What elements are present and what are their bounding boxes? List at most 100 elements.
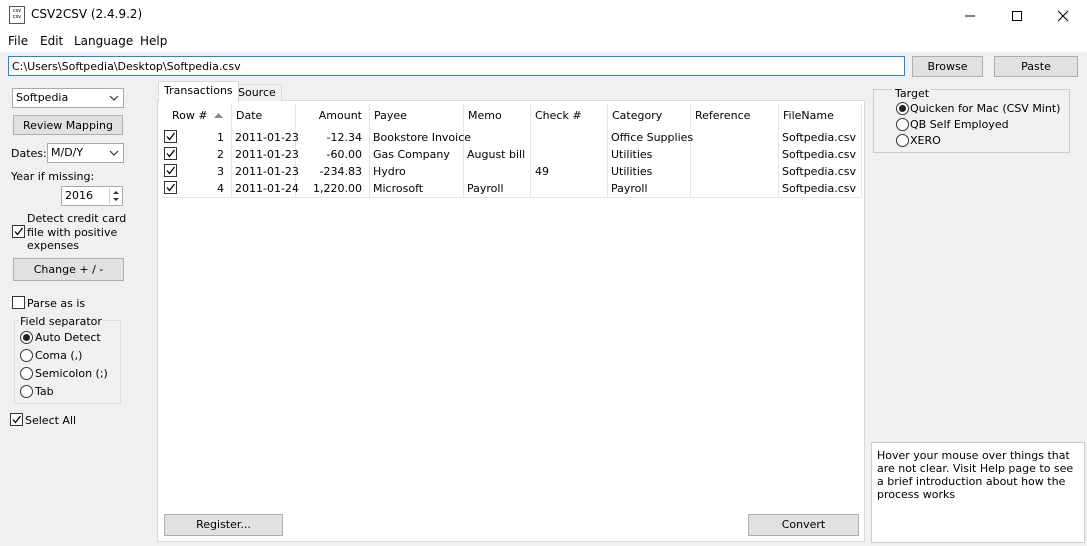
- profile-select[interactable]: Softpedia: [12, 88, 124, 108]
- qb-self-employed-label: QB Self Employed: [910, 118, 1009, 131]
- sort-asc-icon: [214, 113, 224, 118]
- parse-as-is-checkbox[interactable]: [12, 296, 25, 309]
- row-checkbox[interactable]: [164, 181, 177, 194]
- radio-xero[interactable]: [896, 134, 909, 147]
- tab-transactions[interactable]: Transactions: [158, 81, 239, 102]
- table-bottom-divider: [162, 197, 862, 198]
- review-mapping-button[interactable]: Review Mapping: [13, 115, 123, 135]
- auto-detect-label: Auto Detect: [35, 331, 101, 344]
- col-header-category[interactable]: Category: [608, 104, 691, 128]
- col-header-row[interactable]: Row #: [162, 104, 232, 128]
- checkmark-icon: [166, 183, 176, 192]
- cell-amount: -60.00: [326, 148, 362, 161]
- cell-category: Utilities: [611, 148, 653, 161]
- cell-date: 2011-01-24: [235, 182, 299, 195]
- browse-button[interactable]: Browse: [912, 56, 983, 77]
- cell-amount: -234.83: [319, 165, 362, 178]
- radio-coma[interactable]: [20, 349, 33, 362]
- menu-edit[interactable]: Edit: [40, 34, 63, 48]
- checkmark-icon: [166, 132, 176, 141]
- paste-button[interactable]: Paste: [994, 56, 1078, 77]
- file-path-input[interactable]: [8, 56, 905, 76]
- radio-quicken-mac[interactable]: [896, 102, 909, 115]
- radio-semicolon[interactable]: [20, 367, 33, 380]
- maximize-button[interactable]: [994, 0, 1040, 31]
- quicken-mac-label: Quicken for Mac (CSV Mint): [910, 102, 1061, 115]
- radio-qb-self-employed[interactable]: [896, 118, 909, 131]
- radio-tab[interactable]: [20, 385, 33, 398]
- cell-category: Office Supplies: [611, 131, 694, 144]
- cell-memo: Payroll: [467, 182, 504, 195]
- change-sign-button[interactable]: Change + / -: [13, 258, 124, 281]
- cell-filename: Softpedia.csv: [782, 182, 857, 195]
- cell-check: 49: [535, 165, 549, 178]
- cell-date: 2011-01-23: [235, 131, 299, 144]
- coma-label: Coma (,): [35, 349, 83, 362]
- select-all-checkbox[interactable]: [10, 413, 23, 426]
- detect-credit-label-3: expenses: [27, 239, 80, 252]
- profile-select-value: Softpedia: [16, 91, 69, 104]
- menu-file[interactable]: File: [8, 34, 28, 48]
- detect-credit-label-1: Detect credit card: [27, 212, 127, 225]
- cell-payee: Gas Company: [373, 148, 450, 161]
- detect-credit-label-2: file with positive: [27, 226, 118, 239]
- spinner-arrows[interactable]: [109, 188, 121, 204]
- cell-memo: August bill: [467, 148, 526, 161]
- window-title: CSV2CSV (2.4.9.2): [31, 7, 143, 21]
- col-row-label: Row #: [172, 109, 208, 122]
- chevron-down-icon: [109, 95, 119, 101]
- checkmark-icon: [166, 166, 176, 175]
- cell-category: Utilities: [611, 165, 653, 178]
- cell-payee: Microsoft: [373, 182, 424, 195]
- cell-date: 2011-01-23: [235, 148, 299, 161]
- radio-auto-detect[interactable]: [20, 331, 33, 344]
- col-header-date[interactable]: Date: [232, 104, 296, 128]
- close-button[interactable]: [1040, 0, 1086, 31]
- tab-source[interactable]: Source: [232, 84, 282, 101]
- cell-payee: Hydro: [373, 165, 406, 178]
- detect-credit-checkbox[interactable]: [12, 225, 25, 238]
- cell-filename: Softpedia.csv: [782, 131, 857, 144]
- col-header-reference[interactable]: Reference: [691, 104, 779, 128]
- cell-amount: 1,220.00: [313, 182, 362, 195]
- col-header-filename[interactable]: FileName: [779, 104, 862, 128]
- semicolon-label: Semicolon (;): [35, 367, 108, 380]
- date-format-value: M/D/Y: [51, 146, 84, 159]
- menu-bar: File Edit Language Help: [0, 31, 1087, 52]
- year-value: 2016: [65, 189, 93, 202]
- app-icon: csv csv: [9, 6, 25, 24]
- col-header-check[interactable]: Check #: [531, 104, 608, 128]
- menu-language[interactable]: Language: [74, 34, 133, 48]
- cell-filename: Softpedia.csv: [782, 165, 857, 178]
- cell-filename: Softpedia.csv: [782, 148, 857, 161]
- cell-row: 3: [217, 165, 224, 178]
- cell-row: 4: [217, 182, 224, 195]
- date-format-select[interactable]: M/D/Y: [47, 143, 124, 163]
- dates-label: Dates:: [11, 147, 47, 160]
- menu-help[interactable]: Help: [140, 34, 167, 48]
- cell-amount: -12.34: [326, 131, 362, 144]
- checkmark-icon: [12, 415, 22, 424]
- row-checkbox[interactable]: [164, 164, 177, 177]
- cell-row: 1: [217, 131, 224, 144]
- updown-icon: [113, 191, 119, 201]
- cell-category: Payroll: [611, 182, 648, 195]
- target-title: Target: [893, 87, 932, 100]
- row-checkbox[interactable]: [164, 130, 177, 143]
- chevron-down-icon: [109, 150, 119, 156]
- col-header-amount[interactable]: Amount: [296, 104, 370, 128]
- year-spinner[interactable]: 2016: [61, 186, 123, 206]
- field-separator-title: Field separator: [19, 315, 103, 328]
- register-button[interactable]: Register...: [164, 514, 283, 536]
- row-checkbox[interactable]: [164, 147, 177, 160]
- year-missing-label: Year if missing:: [11, 170, 95, 183]
- minimize-button[interactable]: [947, 0, 993, 31]
- col-header-payee[interactable]: Payee: [370, 104, 464, 128]
- help-text-box: Hover your mouse over things that are no…: [871, 442, 1085, 543]
- cell-row: 2: [217, 148, 224, 161]
- cell-payee: Bookstore Invoice: [373, 131, 472, 144]
- col-header-memo[interactable]: Memo: [464, 104, 531, 128]
- select-all-label: Select All: [25, 414, 77, 427]
- checkmark-icon: [14, 227, 24, 236]
- convert-button[interactable]: Convert: [748, 514, 859, 536]
